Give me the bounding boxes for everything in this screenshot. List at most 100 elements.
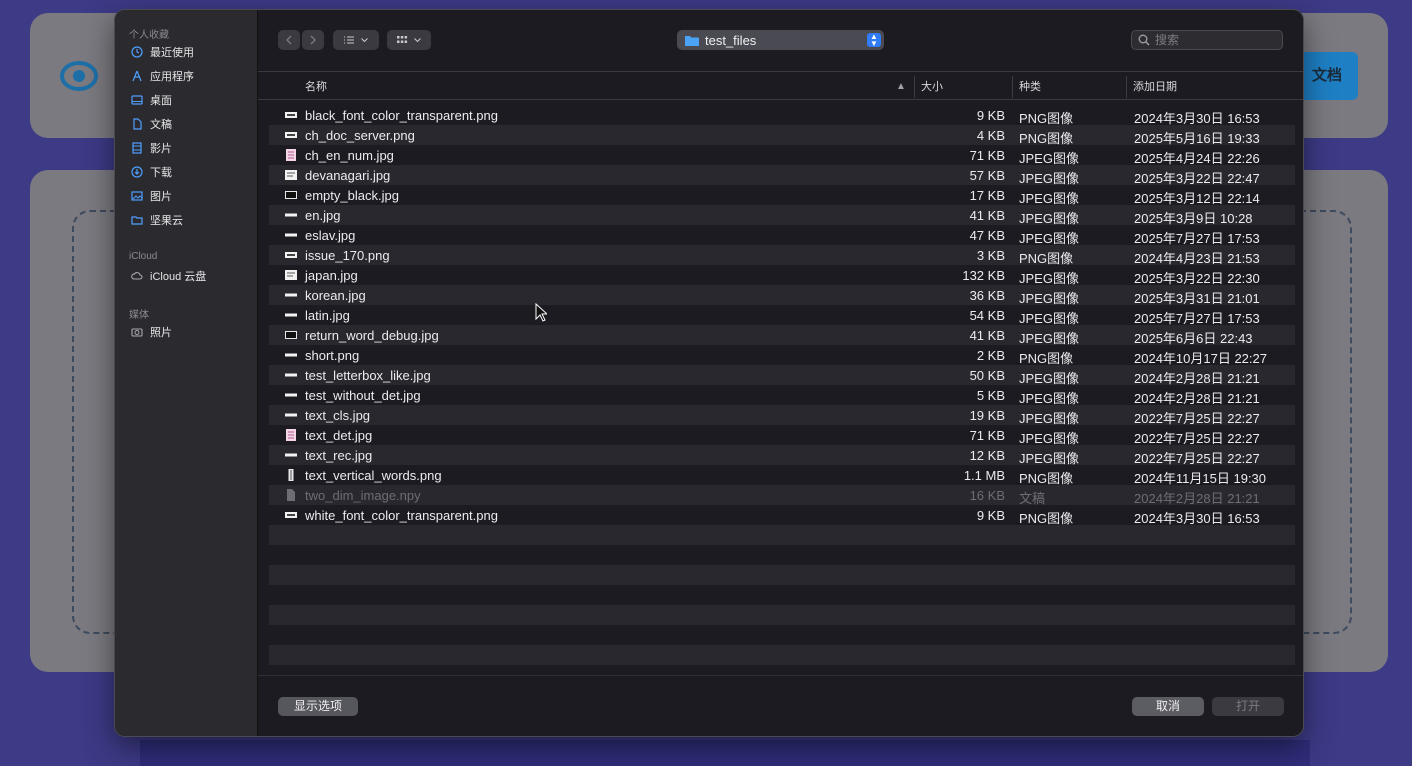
file-size: 17 KB xyxy=(969,188,1005,203)
chevron-right-icon xyxy=(310,35,316,45)
file-row[interactable]: ch_en_num.jpg 71 KB JPEG图像 2025年4月24日 22:26 xyxy=(269,145,1295,166)
sidebar-item-pictures[interactable]: 图片 xyxy=(131,186,172,206)
header-divider xyxy=(258,99,1303,100)
file-row[interactable]: issue_170.png 3 KB PNG图像 2024年4月23日 21:53 xyxy=(269,245,1295,266)
file-thumbnail-icon xyxy=(285,509,297,521)
sidebar-item-label: 应用程序 xyxy=(150,71,194,83)
file-name: ch_en_num.jpg xyxy=(305,148,394,163)
file-row[interactable]: korean.jpg 36 KB JPEG图像 2025年3月31日 21:01 xyxy=(269,285,1295,306)
sidebar-item-downloads[interactable]: 下载 xyxy=(131,162,172,182)
file-name: return_word_debug.jpg xyxy=(305,328,439,343)
grid-view-button[interactable] xyxy=(387,30,431,50)
folder-name: test_files xyxy=(705,32,757,48)
column-header-size[interactable]: 大小 xyxy=(921,78,943,96)
sidebar-item-icloud-drive[interactable]: iCloud 云盘 xyxy=(131,266,206,286)
file-size: 71 KB xyxy=(969,148,1005,163)
background-doc-button: 文档 xyxy=(1296,52,1358,100)
column-header-date-added[interactable]: 添加日期 xyxy=(1133,78,1177,96)
file-thumbnail-icon xyxy=(285,329,297,341)
column-header-name[interactable]: 名称 xyxy=(305,78,327,96)
show-options-button[interactable]: 显示选项 xyxy=(278,697,358,716)
list-icon xyxy=(344,36,354,44)
file-size: 2 KB xyxy=(976,348,1005,363)
file-size: 41 KB xyxy=(969,328,1005,343)
file-row[interactable]: empty_black.jpg 17 KB JPEG图像 2025年3月12日 22:… xyxy=(269,185,1295,206)
sidebar-item-movies[interactable]: 影片 xyxy=(131,138,172,158)
sidebar-item-label: 照片 xyxy=(150,327,172,339)
list-view-button[interactable] xyxy=(333,30,379,50)
file-row[interactable]: text_rec.jpg 12 KB JPEG图像 2022年7月25日 22:27 xyxy=(269,445,1295,466)
file-name: white_font_color_transparent.png xyxy=(305,508,498,523)
file-size: 47 KB xyxy=(969,228,1005,243)
column-separator xyxy=(1012,76,1013,98)
sidebar-item-nutstore[interactable]: 坚果云 xyxy=(131,210,183,230)
file-row[interactable]: text_cls.jpg 19 KB JPEG图像 2022年7月25日 22:27 xyxy=(269,405,1295,426)
file-name: black_font_color_transparent.png xyxy=(305,108,498,123)
cancel-button[interactable]: 取消 xyxy=(1132,697,1204,716)
file-name: two_dim_image.npy xyxy=(305,488,421,503)
column-header-kind[interactable]: 种类 xyxy=(1019,78,1041,96)
file-row[interactable]: latin.jpg 54 KB JPEG图像 2025年7月27日 17:53 xyxy=(269,305,1295,326)
file-row[interactable]: return_word_debug.jpg 41 KB JPEG图像 2025年6月6… xyxy=(269,325,1295,346)
folder-path-popup[interactable]: test_files ▲ ▼ xyxy=(677,30,884,50)
file-row[interactable]: white_font_color_transparent.png 9 KB PNG图… xyxy=(269,505,1295,526)
clock-icon xyxy=(131,46,143,58)
sidebar-item-label: 影片 xyxy=(150,143,172,155)
file-thumbnail-icon xyxy=(285,269,297,281)
file-name: issue_170.png xyxy=(305,248,390,263)
file-row[interactable]: test_without_det.jpg 5 KB JPEG图像 2024年2月28日… xyxy=(269,385,1295,406)
file-row[interactable]: text_det.jpg 71 KB JPEG图像 2022年7月25日 22:27 xyxy=(269,425,1295,446)
search-field[interactable] xyxy=(1131,30,1283,50)
file-row[interactable]: text_vertical_words.png 1.1 MB PNG图像 2024年1… xyxy=(269,465,1295,486)
file-row[interactable]: devanagari.jpg 57 KB JPEG图像 2025年3月22日 22:4… xyxy=(269,165,1295,186)
empty-row xyxy=(269,645,1295,665)
file-thumbnail-icon xyxy=(285,309,297,321)
chevron-down-icon xyxy=(414,38,421,43)
open-button[interactable]: 打开 xyxy=(1212,697,1284,716)
file-thumbnail-icon xyxy=(285,169,297,181)
sidebar-item-label: 坚果云 xyxy=(150,215,183,227)
sidebar-item-photos[interactable]: 照片 xyxy=(131,322,172,342)
sort-ascending-icon: ▲ xyxy=(896,81,906,92)
file-name: text_vertical_words.png xyxy=(305,468,442,483)
chevron-down-icon xyxy=(361,38,368,43)
back-button[interactable] xyxy=(278,30,300,50)
sidebar-item-applications[interactable]: 应用程序 xyxy=(131,66,194,86)
eye-icon xyxy=(60,61,98,91)
forward-button[interactable] xyxy=(302,30,324,50)
file-row[interactable]: eslav.jpg 47 KB JPEG图像 2025年7月27日 17:53 xyxy=(269,225,1295,246)
file-thumbnail-icon xyxy=(285,429,297,441)
sidebar-item-desktop[interactable]: 桌面 xyxy=(131,90,172,110)
file-thumbnail-icon xyxy=(285,249,297,261)
folder-icon xyxy=(685,35,699,46)
background-bottom-shadow xyxy=(140,740,1310,766)
file-row[interactable]: ch_doc_server.png 4 KB PNG图像 2025年5月16日 19:… xyxy=(269,125,1295,146)
file-name: empty_black.jpg xyxy=(305,188,399,203)
generic-doc-icon xyxy=(285,489,297,501)
file-thumbnail-icon xyxy=(285,289,297,301)
search-icon xyxy=(1138,34,1150,46)
file-size: 3 KB xyxy=(976,248,1005,263)
camera-icon xyxy=(131,326,143,338)
sidebar-item-label: 下载 xyxy=(150,167,172,179)
column-separator xyxy=(1126,76,1127,98)
sidebar-item-recents[interactable]: 最近使用 xyxy=(131,42,194,62)
file-row[interactable]: japan.jpg 132 KB JPEG图像 2025年3月22日 22:30 xyxy=(269,265,1295,286)
file-row[interactable]: en.jpg 41 KB JPEG图像 2025年3月9日 10:28 xyxy=(269,205,1295,226)
file-row[interactable]: short.png 2 KB PNG图像 2024年10月17日 22:27 xyxy=(269,345,1295,366)
folder-icon xyxy=(131,214,143,226)
sidebar-item-documents[interactable]: 文稿 xyxy=(131,114,172,134)
file-row[interactable]: test_letterbox_like.jpg 50 KB JPEG图像 2024年2… xyxy=(269,365,1295,386)
file-row[interactable]: black_font_color_transparent.png 9 KB PNG图… xyxy=(269,105,1295,126)
empty-row xyxy=(269,605,1295,625)
cloud-icon xyxy=(131,270,143,282)
search-input[interactable] xyxy=(1155,33,1265,47)
file-thumbnail-icon xyxy=(285,189,297,201)
file-size: 57 KB xyxy=(969,168,1005,183)
sidebar-item-label: iCloud 云盘 xyxy=(150,271,207,283)
file-name: japan.jpg xyxy=(305,268,358,283)
file-thumbnail-icon xyxy=(285,369,297,381)
grid-icon xyxy=(397,36,408,43)
file-size: 1.1 MB xyxy=(963,468,1005,483)
download-icon xyxy=(131,166,143,178)
